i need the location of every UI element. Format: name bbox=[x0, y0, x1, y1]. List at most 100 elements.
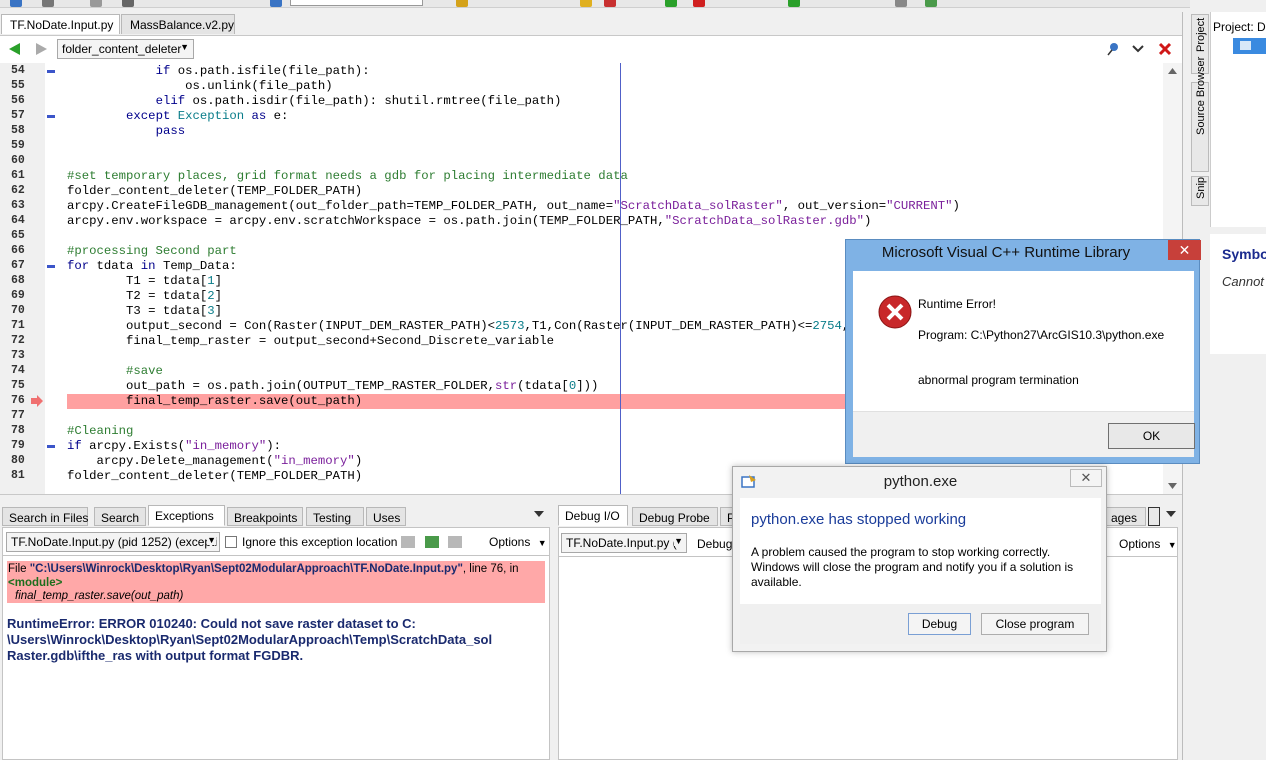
tab-label: ages bbox=[1111, 511, 1138, 525]
function-select[interactable]: folder_content_deleter ▼ bbox=[57, 39, 194, 59]
play-icon[interactable] bbox=[665, 0, 677, 7]
line-number: 79 bbox=[11, 439, 25, 452]
tab-label: Debug I/O bbox=[565, 509, 620, 523]
project-root-item[interactable] bbox=[1233, 38, 1266, 54]
debug-options-button[interactable]: Options ▼ bbox=[1119, 537, 1177, 551]
chevron-down-icon[interactable] bbox=[1166, 511, 1176, 517]
debug-icon[interactable] bbox=[456, 0, 468, 7]
process-select-value: TF.NoDate.Input.py (pid 1252) (excepti bbox=[11, 535, 218, 549]
close-program-button[interactable]: Close program bbox=[981, 613, 1089, 635]
stack-icon[interactable] bbox=[401, 536, 415, 548]
stop-icon[interactable] bbox=[604, 0, 616, 7]
fold-marker-icon[interactable] bbox=[47, 445, 55, 448]
project-tree[interactable]: Project: De bbox=[1210, 12, 1266, 227]
code-line: arcpy.CreateFileGDB_management(out_folde… bbox=[67, 199, 960, 213]
traceback-file-link[interactable]: "C:\Users\Winrock\Desktop\Ryan\Sept02Mod… bbox=[30, 563, 463, 575]
tab-search-in-files[interactable]: Search in Files bbox=[2, 507, 88, 526]
tab-label: Uses bbox=[373, 511, 401, 525]
tab-snippets[interactable]: Snippets bbox=[1191, 176, 1209, 206]
save-icon[interactable] bbox=[42, 0, 54, 7]
search-icon[interactable] bbox=[270, 0, 282, 7]
toolbar-search-input[interactable] bbox=[290, 0, 423, 6]
fold-marker-icon[interactable] bbox=[47, 70, 55, 73]
line-number: 58 bbox=[11, 124, 25, 137]
back-arrow-icon[interactable] bbox=[9, 43, 21, 55]
tab-debug-probe[interactable]: Debug Probe bbox=[632, 507, 718, 526]
code-line: pass bbox=[155, 124, 186, 138]
dialog-close-button[interactable]: ✕ bbox=[1168, 240, 1201, 260]
code-line: out_path = os.path.join(OUTPUT_TEMP_RAST… bbox=[67, 379, 599, 393]
line-number: 69 bbox=[11, 289, 25, 302]
tab-label: Testing bbox=[313, 511, 352, 525]
tab-uses[interactable]: Uses bbox=[366, 507, 406, 526]
tab-snippets-label: Snippets bbox=[1195, 176, 1207, 199]
scroll-up-icon[interactable] bbox=[1168, 68, 1177, 74]
process-select[interactable]: TF.NoDate.Input.py (pid 1252) (excepti ▼ bbox=[6, 532, 220, 552]
cannot-label: Cannot bbox=[1222, 274, 1264, 289]
line-number: 67 bbox=[11, 259, 25, 272]
line-number: 60 bbox=[11, 154, 25, 167]
line-number: 68 bbox=[11, 274, 25, 287]
break-icon[interactable] bbox=[693, 0, 705, 7]
dialog-footer: Debug Close program bbox=[740, 604, 1101, 644]
code-line: except Exception as e: bbox=[126, 109, 289, 123]
tab-label: TF.NoDate.Input.py bbox=[10, 18, 114, 32]
chevron-down-icon[interactable] bbox=[1132, 44, 1144, 54]
grid-icon[interactable] bbox=[425, 536, 439, 548]
code-line: if os.path.isfile(file_path): bbox=[155, 64, 370, 78]
code-line: folder_content_deleter(TEMP_FOLDER_PATH) bbox=[67, 184, 363, 198]
chevron-down-icon[interactable] bbox=[534, 511, 544, 517]
dialog-close-button[interactable]: ✕ bbox=[1070, 469, 1102, 487]
tab-debug-io[interactable]: Debug I/O bbox=[558, 505, 628, 526]
scroll-down-icon[interactable] bbox=[1168, 483, 1177, 489]
tab-exceptions[interactable]: Exceptions bbox=[148, 505, 225, 526]
debug-button[interactable]: Debug bbox=[908, 613, 971, 635]
line-number: 80 bbox=[11, 454, 25, 467]
line-number: 63 bbox=[11, 199, 25, 212]
runtime-error-heading: Runtime Error! bbox=[918, 297, 997, 311]
tab-massbalance[interactable]: MassBalance.v2.py bbox=[121, 14, 235, 34]
ignore-exception-checkbox[interactable] bbox=[225, 536, 237, 548]
ok-button[interactable]: OK bbox=[1108, 423, 1195, 449]
tab-tf-nodate-input[interactable]: TF.NoDate.Input.py bbox=[1, 14, 120, 34]
tab-messages[interactable]: ages bbox=[1104, 507, 1146, 526]
code-line: folder_content_deleter(TEMP_FOLDER_PATH) bbox=[67, 469, 363, 483]
fold-marker-icon[interactable] bbox=[47, 265, 55, 268]
error-icon bbox=[878, 295, 912, 329]
indent-icon[interactable] bbox=[895, 0, 907, 7]
list-icon[interactable] bbox=[448, 536, 462, 548]
options-button[interactable]: Options ▼ bbox=[489, 535, 547, 549]
code-line: #Cleaning bbox=[67, 424, 134, 438]
tab-scroll-right-icon[interactable] bbox=[1148, 507, 1160, 526]
forward-arrow-icon[interactable] bbox=[35, 43, 47, 55]
stopped-working-message: A problem caused the program to stop wor… bbox=[751, 545, 1074, 589]
traceback-prefix: File bbox=[8, 563, 30, 575]
traceback-line-info: , line 76, in bbox=[462, 563, 519, 575]
tab-breakpoints[interactable]: Breakpoints bbox=[227, 507, 303, 526]
line-number: 56 bbox=[11, 94, 25, 107]
tab-source-browser[interactable]: Source Browser bbox=[1191, 57, 1209, 172]
tab-testing[interactable]: Testing bbox=[306, 507, 364, 526]
cut-icon[interactable] bbox=[122, 0, 134, 7]
debug-process-value: TF.NoDate.Input.py ( bbox=[566, 536, 677, 550]
tab-search[interactable]: Search bbox=[94, 507, 146, 526]
options-label: Options bbox=[489, 535, 531, 549]
tab-label: Debug Probe bbox=[639, 511, 710, 525]
check-icon[interactable] bbox=[925, 0, 937, 7]
step-icon[interactable] bbox=[788, 0, 800, 7]
line-number: 78 bbox=[11, 424, 25, 437]
debug-process-select[interactable]: TF.NoDate.Input.py ( ▼ bbox=[561, 533, 687, 553]
code-line: final_temp_raster.save(out_path) bbox=[67, 394, 363, 408]
run-icon[interactable] bbox=[580, 0, 592, 7]
fold-marker-icon[interactable] bbox=[47, 115, 55, 118]
debug-label: Debug bbox=[697, 537, 733, 551]
line-number: 64 bbox=[11, 214, 25, 227]
tab-label: Breakpoints bbox=[234, 511, 298, 525]
pin-icon[interactable] bbox=[1106, 42, 1120, 56]
breakpoint-arrow-icon bbox=[31, 395, 43, 407]
traceback-code: final_temp_raster.save(out_path) bbox=[15, 590, 184, 602]
close-icon[interactable] bbox=[1158, 42, 1172, 56]
print-icon[interactable] bbox=[90, 0, 102, 7]
new-file-icon[interactable] bbox=[10, 0, 22, 7]
code-line: os.unlink(file_path) bbox=[67, 79, 333, 93]
